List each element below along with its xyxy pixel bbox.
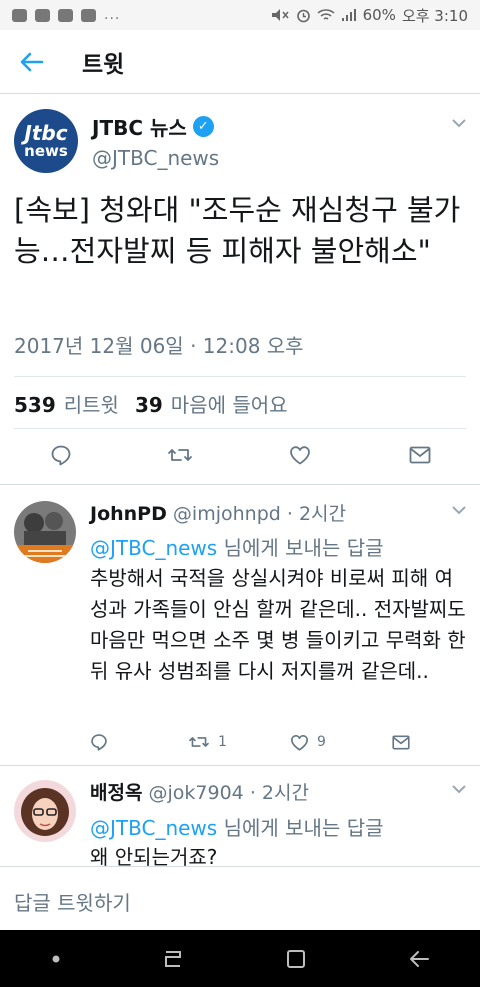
back-arrow-icon[interactable]: [0, 30, 64, 94]
reply-text: 추방해서 국적을 상실시켜야 비로써 피해 여성과 가족들이 안심 할꺼 같은데…: [90, 566, 466, 683]
reply-icon: [91, 734, 107, 751]
replying-to: @JTBC_news 님에게 보내는 답글: [90, 812, 384, 841]
replying-to: @JTBC_news 님에게 보내는 답글: [90, 532, 384, 561]
app-bar: 트윗: [0, 30, 480, 94]
like-count: 39: [134, 393, 163, 417]
more-notifications-icon: ...: [104, 7, 121, 23]
divider: [14, 376, 466, 377]
clock: 오후 3:10: [401, 6, 468, 25]
reply-to-suffix: 님에게 보내는 답글: [217, 536, 384, 560]
status-bar: ... 60% 오후 3:10: [0, 0, 480, 30]
tweet-options-chevron-icon[interactable]: [452, 118, 466, 128]
gallery-icon: [58, 8, 73, 22]
retweet-count: 539: [14, 393, 56, 417]
tweet-actions: [0, 440, 480, 470]
avatar-logo-bottom: news: [24, 142, 68, 160]
reply-author-name: 배정옥: [90, 782, 143, 804]
tweet-text: [속보] 청와대 "조두순 재심청구 불가능…전자발찌 등 피해자 불안해소": [14, 193, 461, 268]
retweet-icon: [168, 449, 192, 461]
reply-dm-button[interactable]: [392, 735, 410, 750]
divider: [14, 428, 466, 429]
youtube-icon: [35, 8, 50, 22]
reply-to-mention[interactable]: @JTBC_news: [90, 536, 217, 560]
reply-icon: [51, 445, 71, 466]
reply-to-suffix: 님에게 보내는 답글: [217, 816, 384, 840]
reply-reply-button[interactable]: [90, 733, 108, 751]
reply-retweet-count: 1: [218, 734, 227, 750]
retweet-label: 리트윗: [63, 393, 119, 417]
signal-icon: [341, 9, 356, 21]
reply-compose-input[interactable]: 답글 트윗하기: [14, 887, 131, 916]
reply-item[interactable]: JohnPD @imjohnpd · 2시간 @JTBC_news 님에게 보내…: [0, 485, 480, 765]
avatar-logo-top: Jtbc: [24, 121, 68, 145]
reply-like-count: 9: [317, 734, 326, 750]
wifi-icon: [317, 9, 335, 20]
system-navigation-bar: [0, 930, 480, 987]
reply-avatar[interactable]: [14, 501, 76, 563]
reply-time: · 2시간: [286, 503, 347, 525]
tweet-timestamp: 2017년 12월 06일 · 12:08 오후: [14, 334, 304, 358]
reply-actions: 1 9: [0, 731, 480, 753]
reply-author-name: JohnPD: [90, 503, 167, 525]
battery-level: 60%: [362, 6, 396, 24]
reply-options-chevron-icon[interactable]: [452, 505, 466, 515]
reply-author-handle: @imjohnpd: [172, 503, 281, 525]
verified-badge-icon: ✓: [192, 116, 214, 137]
retweet-icon: [189, 737, 209, 747]
envelope-icon: [409, 446, 431, 464]
direct-message-button[interactable]: [409, 446, 431, 464]
page-title: 트윗: [82, 51, 125, 78]
reply-retweet-button[interactable]: 1: [188, 733, 227, 751]
reply-item[interactable]: 배정옥 @jok7904 · 2시간 @JTBC_news 님에게 보내는 답글…: [0, 766, 480, 869]
back-button-icon[interactable]: [408, 949, 430, 969]
reply-header[interactable]: 배정옥 @jok7904 · 2시간: [90, 778, 309, 805]
mute-icon: [271, 9, 289, 21]
reply-like-button[interactable]: 9: [290, 734, 326, 751]
author-avatar[interactable]: Jtbc news: [14, 109, 78, 173]
retweet-button[interactable]: [167, 444, 193, 466]
reply-header[interactable]: JohnPD @imjohnpd · 2시간: [90, 499, 346, 526]
reply-author-handle: @jok7904: [148, 782, 244, 804]
tweet-stats[interactable]: 539 리트윗 39 마음에 들어요: [14, 389, 288, 418]
reply-to-mention[interactable]: @JTBC_news: [90, 816, 217, 840]
heart-icon: [290, 734, 309, 751]
notification-icons: ...: [12, 7, 120, 23]
author-name-row[interactable]: JTBC 뉴스 ✓: [92, 112, 214, 141]
author-name: JTBC 뉴스: [92, 116, 187, 140]
recent-apps-icon[interactable]: [162, 949, 184, 969]
alarm-icon: [296, 9, 310, 22]
heart-icon: [290, 446, 310, 465]
envelope-icon: [392, 735, 410, 749]
nav-dot-icon[interactable]: [51, 954, 61, 964]
line-icon: [12, 8, 27, 22]
reply-avatar[interactable]: [14, 780, 76, 842]
like-button[interactable]: [289, 445, 311, 465]
reply-compose-bar[interactable]: 답글 트윗하기: [0, 866, 480, 930]
author-handle[interactable]: @JTBC_news: [92, 146, 219, 170]
reply-button[interactable]: [50, 444, 72, 466]
reply-time: · 2시간: [249, 782, 309, 804]
home-button-icon[interactable]: [285, 948, 307, 970]
kakaotalk-icon: [81, 8, 96, 22]
reply-options-chevron-icon[interactable]: [452, 784, 466, 794]
like-label: 마음에 들어요: [170, 393, 288, 417]
